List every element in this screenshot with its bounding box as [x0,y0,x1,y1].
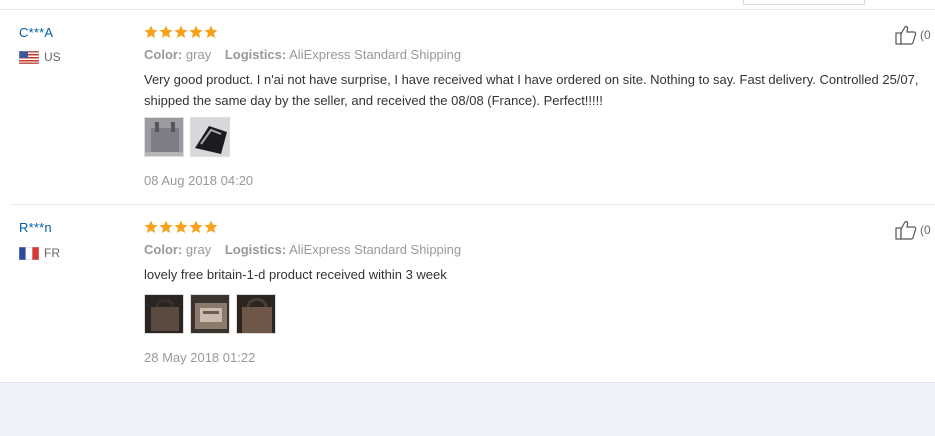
review-date: 08 Aug 2018 04:20 [144,173,254,188]
helpful-count: (0 [920,28,931,42]
review-photo[interactable] [190,117,230,157]
star-icon [174,220,188,233]
star-icon [204,220,218,233]
color-label: Color: [144,242,183,257]
country-code: US [44,50,61,64]
review-photo[interactable] [144,117,184,157]
color-value: gray [185,47,212,62]
us-flag-icon [19,50,39,64]
review-photos [144,294,276,334]
star-rating [144,220,218,234]
fr-flag-icon [19,246,39,260]
reviewer-country: US [19,50,61,64]
review-date: 28 May 2018 01:22 [144,350,256,365]
star-icon [189,25,203,38]
color-label: Color: [144,47,183,62]
review-photos [144,117,230,157]
star-icon [159,220,173,233]
review-text: lovely free britain-1-d product received… [144,267,447,282]
order-attributes: Color: gray Logistics: AliExpress Standa… [144,242,471,257]
star-icon [144,220,158,233]
review-divider [12,204,935,205]
country-code: FR [44,246,60,260]
star-icon [174,25,188,38]
reviewer-name[interactable]: C***A [19,25,53,40]
order-attributes: Color: gray Logistics: AliExpress Standa… [144,47,471,62]
helpful-button[interactable]: (0 [895,25,931,45]
star-rating [144,25,218,39]
star-icon [204,25,218,38]
page-footer-area [0,382,935,436]
logistics-label: Logistics: [224,242,287,257]
review-text: Very good product. I n'ai not have surpr… [144,72,919,108]
star-icon [189,220,203,233]
logistics-label: Logistics: [224,47,287,62]
color-value: gray [185,242,212,257]
top-divider [0,9,935,10]
helpful-count: (0 [920,223,931,237]
review-photo[interactable] [236,294,276,334]
review-photo[interactable] [190,294,230,334]
star-icon [144,25,158,38]
logistics-value: AliExpress Standard Shipping [289,242,462,257]
reviewer-country: FR [19,246,60,260]
star-icon [159,25,173,38]
thumbs-up-icon [895,25,917,45]
reviewer-name[interactable]: R***n [19,220,52,235]
logistics-value: AliExpress Standard Shipping [289,47,462,62]
helpful-button[interactable]: (0 [895,220,931,240]
sort-select-edge[interactable] [743,0,865,5]
review-photo[interactable] [144,294,184,334]
thumbs-up-icon [895,220,917,240]
